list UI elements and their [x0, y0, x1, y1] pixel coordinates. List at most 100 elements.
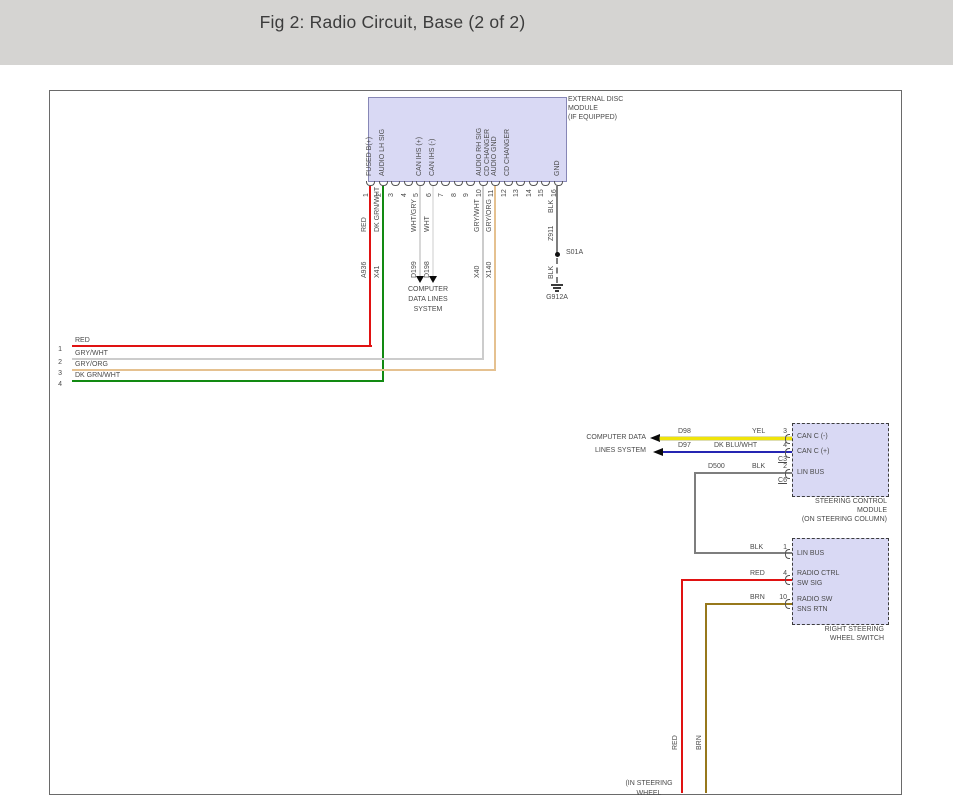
wire-blk-dashed: [556, 258, 558, 283]
pin-number: 4: [401, 193, 408, 197]
computer-data-lines-right-label: COMPUTER DATA LINES SYSTEM: [540, 431, 646, 457]
external-disc-module-caption: EXTERNAL DISC MODULE (IF EQUIPPED): [568, 95, 623, 122]
wire-red-switch: [682, 579, 792, 581]
wire-gry-org-horizontal: [72, 369, 496, 371]
steering-control-module-caption: STEERING CONTROL MODULE (ON STEERING COL…: [747, 497, 887, 524]
circuit-label-d97: D97: [678, 442, 691, 450]
circuit-label: A936: [361, 262, 368, 278]
pin-arc: [785, 434, 790, 444]
left-pin-number: 1: [52, 346, 62, 354]
caption-line: RIGHT STEERING: [744, 625, 884, 634]
pin-label-fused-b: FUSED B(+): [366, 137, 373, 176]
wire-gry-wht-vertical: [482, 186, 484, 360]
wire-color-label: WHT/GRY: [411, 199, 418, 232]
wire-gry-wht-horizontal: [72, 358, 484, 360]
down-arrow-icon: [429, 276, 437, 283]
left-pin-number: 4: [52, 381, 62, 389]
wiring-diagram-page: Fig 2: Radio Circuit, Base (2 of 2) EXTE…: [0, 0, 953, 810]
computer-data-lines-top-label: COMPUTER DATA LINES SYSTEM: [388, 285, 468, 315]
wire-dk-grn-wht-horizontal: [72, 380, 384, 382]
scm-pin-label-lin-bus: LIN BUS: [797, 469, 824, 477]
wire-wht-gry-vertical: [419, 186, 421, 276]
pin-label-audio-rh-sig: AUDIO RH SIG: [476, 128, 483, 176]
left-pin-number: 3: [52, 370, 62, 378]
figure-title: Fig 2: Radio Circuit, Base (2 of 2): [0, 12, 785, 33]
pin-number: 13: [513, 189, 520, 197]
left-pin-number: 2: [52, 359, 62, 367]
wire-blk-scm: [695, 472, 792, 474]
caption-line: MODULE: [568, 104, 623, 113]
pin-number: 3: [388, 193, 395, 197]
wire-color-label: RED: [361, 217, 368, 232]
wire-blk-vertical: [556, 186, 558, 254]
wire-red-vertical: [369, 186, 371, 347]
label-line: COMPUTER DATA: [540, 431, 646, 444]
left-wire-color-label: GRY/WHT: [75, 350, 108, 358]
wire-color-label-brn: BRN: [696, 735, 703, 750]
in-steering-wheel-note: (IN STEERING WHEEL: [611, 779, 687, 799]
pin-label-can-ihs-plus: CAN IHS (+): [416, 137, 423, 176]
pin-number: 9: [463, 193, 470, 197]
wire-blk-switch: [694, 552, 792, 554]
caption-line: STEERING CONTROL: [747, 497, 887, 506]
wire-color-label: BLK: [750, 544, 763, 552]
ground-icon: [555, 290, 559, 292]
switch-pin-label-sns-rtn: SNS RTN: [797, 606, 828, 614]
scm-pin-label-can-c-minus: CAN C (-): [797, 433, 828, 441]
wire-color-label: WHT: [424, 216, 431, 232]
pin-label-cd-changer: CD CHANGER: [504, 129, 511, 176]
caption-line: (IF EQUIPPED): [568, 113, 623, 122]
circuit-label: X40: [474, 266, 481, 278]
note-line: (IN STEERING: [611, 779, 687, 789]
wire-color-label-red: RED: [672, 735, 679, 750]
switch-pin-label-sw-sig: SW SIG: [797, 580, 822, 588]
pin-label-line: CD CHANGER: [484, 129, 491, 176]
caption-line: MODULE: [747, 506, 887, 515]
pin-number: 12: [501, 189, 508, 197]
wire-color-label: BLK: [548, 266, 555, 279]
left-wire-color-label: DK GRN/WHT: [75, 372, 120, 380]
wire-brn-vertical-bottom: [705, 603, 707, 793]
circuit-label-d500: D500: [708, 463, 725, 471]
circuit-label: Z911: [548, 226, 555, 241]
circuit-label-d98: D98: [678, 428, 691, 436]
pin-number: 8: [451, 193, 458, 197]
left-arrow-icon: [650, 434, 660, 442]
wire-dk-blu-wht: [663, 451, 792, 453]
wire-blk-vertical-lin: [694, 472, 696, 554]
caption-line: EXTERNAL DISC: [568, 95, 623, 104]
wire-yel: [660, 437, 792, 440]
pin-number: 15: [538, 189, 545, 197]
wire-color-label: GRY/WHT: [474, 199, 481, 232]
switch-pin-label-radio-sw: RADIO SW: [797, 596, 832, 604]
caption-line: (ON STEERING COLUMN): [747, 515, 887, 524]
pin-label-line: AUDIO GND: [491, 129, 498, 176]
wire-color-label: DK GRN/WHT: [374, 187, 381, 232]
wire-dk-grn-wht-vertical: [382, 186, 384, 382]
splice-dot: [555, 252, 560, 257]
switch-pin-label-lin-bus: LIN BUS: [797, 550, 824, 558]
wire-color-label: BLK: [548, 200, 555, 213]
pin-arc: [785, 599, 790, 609]
wire-color-label: YEL: [752, 428, 765, 436]
wire-color-label: BRN: [750, 594, 765, 602]
pin-arc: [785, 575, 790, 585]
ground-icon: [551, 284, 563, 286]
caption-line: WHEEL SWITCH: [744, 634, 884, 643]
splice-label: S01A: [566, 249, 583, 257]
pin-label-audio-lh-sig: AUDIO LH SIG: [379, 129, 386, 176]
figure-title-bar: Fig 2: Radio Circuit, Base (2 of 2): [0, 0, 953, 65]
pin-label-can-ihs-minus: CAN IHS (-): [429, 139, 436, 176]
pin-arc: [785, 549, 790, 559]
left-wire-color-label: RED: [75, 337, 90, 345]
down-arrow-icon: [416, 276, 424, 283]
pin-label-gnd: GND: [554, 160, 561, 176]
external-disc-module-block: [368, 97, 567, 182]
label-line: SYSTEM: [388, 305, 468, 315]
pin-number: 7: [438, 193, 445, 197]
right-steering-wheel-switch-caption: RIGHT STEERING WHEEL SWITCH: [744, 625, 884, 643]
wire-red-vertical-bottom: [681, 579, 683, 793]
wire-color-label: RED: [750, 570, 765, 578]
wire-color-label: GRY/ORG: [486, 199, 493, 232]
label-line: LINES SYSTEM: [540, 444, 646, 457]
